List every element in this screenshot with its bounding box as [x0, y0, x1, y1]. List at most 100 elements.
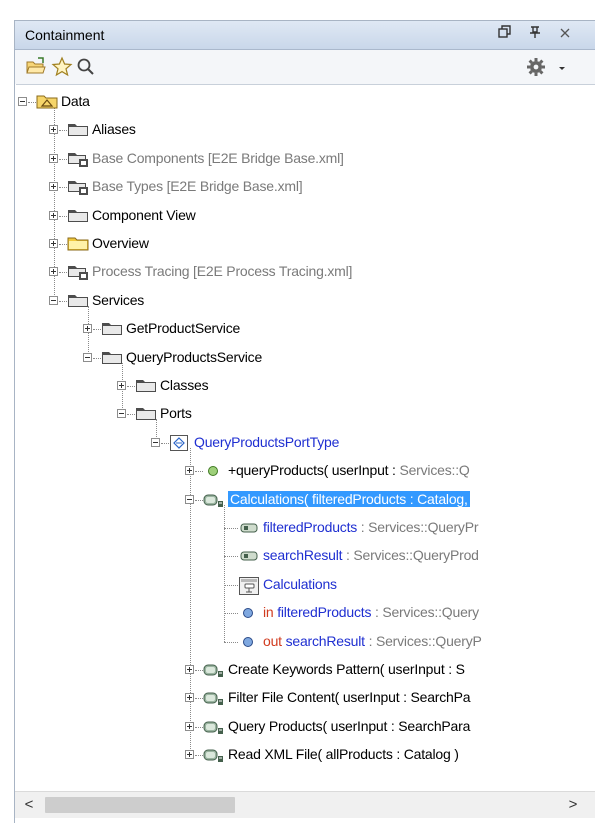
- node-name: filteredProducts: [263, 519, 358, 535]
- tree-node[interactable]: Process Tracing [E2E Process Tracing.xml…: [16, 261, 595, 283]
- collapse-icon[interactable]: [49, 295, 58, 305]
- tree-node-label: Process Tracing [E2E Process Tracing.xml…: [92, 263, 352, 279]
- expand-icon[interactable]: [49, 239, 58, 248]
- tree-node[interactable]: Query Products( userInput : SearchPara: [16, 716, 595, 738]
- node-name: Aliases: [92, 121, 136, 138]
- tree-node[interactable]: Read XML File( allProducts : Catalog ): [16, 744, 595, 766]
- activity-icon: [203, 661, 223, 679]
- tree-node[interactable]: Create Keywords Pattern( userInput : S: [16, 659, 595, 681]
- node-name: Ports: [160, 405, 192, 422]
- collapse-icon[interactable]: [185, 494, 194, 504]
- tree-node[interactable]: Calculations: [16, 574, 595, 596]
- tree-node[interactable]: Aliases: [16, 119, 595, 141]
- package-root-icon: [36, 93, 58, 111]
- expand-icon[interactable]: [49, 267, 58, 277]
- scroll-right-arrow[interactable]: >: [565, 796, 581, 814]
- restore-icon[interactable]: [495, 25, 515, 45]
- tree-node[interactable]: Calculations( filteredProducts : Catalog…: [16, 489, 595, 511]
- collapse-icon[interactable]: [83, 352, 92, 362]
- dropdown-arrow-icon[interactable]: [555, 56, 569, 78]
- tree-node[interactable]: Data: [16, 91, 595, 113]
- package-icon: [67, 207, 88, 225]
- node-name: QueryProductsService: [126, 348, 263, 365]
- tree-connector: [224, 528, 238, 529]
- tree-node[interactable]: filteredProducts : Services::QueryPr: [16, 517, 595, 539]
- star-icon[interactable]: [51, 56, 73, 78]
- tree-node[interactable]: Services: [16, 290, 595, 312]
- expand-icon[interactable]: [185, 721, 194, 731]
- panel-toolbar: [15, 50, 595, 84]
- activity-icon: [203, 718, 223, 736]
- expand-icon[interactable]: [185, 466, 194, 476]
- node-name: Base Types [E2E Bridge Base.xml]: [92, 178, 303, 195]
- tree-connector: [161, 442, 169, 444]
- package-linked-icon: [67, 178, 88, 196]
- tree-node-label: QueryProductsPortType: [194, 434, 339, 450]
- tree-node-label: Base Components [E2E Bridge Base.xml]: [92, 150, 344, 166]
- expand-icon[interactable]: [49, 182, 58, 192]
- tree-node[interactable]: Ports: [16, 403, 595, 425]
- tree-node[interactable]: +queryProducts( userInput : Services::Q: [16, 460, 595, 482]
- node-name: Process Tracing [E2E Process Tracing.xml…: [92, 263, 353, 280]
- scroll-left-arrow[interactable]: <: [21, 796, 37, 814]
- expand-icon[interactable]: [117, 381, 126, 390]
- node-name: Query Products( userInput : SearchPara: [228, 717, 471, 734]
- node-type: : Services::QueryProd: [342, 547, 479, 564]
- node-name: +queryProducts( userInput :: [228, 462, 400, 479]
- collapse-icon[interactable]: [117, 409, 126, 419]
- containment-panel: Containment Data Aliases Base Components […: [14, 20, 595, 823]
- search-icon[interactable]: [75, 56, 97, 78]
- node-name: Filter File Content( userInput : SearchP…: [228, 689, 471, 706]
- node-name: searchResult: [285, 632, 366, 649]
- expand-icon[interactable]: [49, 210, 58, 220]
- expand-icon[interactable]: [185, 693, 194, 703]
- tree-connector: [195, 726, 203, 728]
- tree-node[interactable]: out searchResult : Services::QueryP: [16, 631, 595, 653]
- close-icon[interactable]: [555, 25, 575, 45]
- tree-node[interactable]: QueryProductsService: [16, 347, 595, 369]
- tree-connector: [224, 641, 238, 643]
- pin-icon[interactable]: [525, 25, 545, 45]
- node-name: Calculations: [263, 575, 337, 592]
- gear-icon[interactable]: [525, 56, 547, 78]
- node-name: Overview: [92, 235, 149, 251]
- panel-title: Containment: [25, 27, 105, 43]
- node-name: Base Components [E2E Bridge Base.xml]: [92, 149, 344, 166]
- tree-node[interactable]: Filter File Content( userInput : SearchP…: [16, 687, 595, 709]
- scroll-thumb[interactable]: [45, 797, 235, 813]
- tree-node[interactable]: Component View: [16, 205, 595, 227]
- expand-icon[interactable]: [185, 665, 194, 674]
- tree-node[interactable]: Base Components [E2E Bridge Base.xml]: [16, 148, 595, 170]
- tree-node[interactable]: Classes: [16, 375, 595, 397]
- tree-connector: [195, 670, 203, 671]
- collapse-icon[interactable]: [18, 97, 27, 106]
- tree-node[interactable]: Base Types [E2E Bridge Base.xml]: [16, 176, 595, 198]
- tree-connector: [195, 471, 203, 473]
- tree-node-label: Aliases: [92, 121, 136, 137]
- tree-node[interactable]: in filteredProducts : Services::Query: [16, 602, 595, 624]
- horizontal-scrollbar[interactable]: < >: [15, 791, 595, 818]
- tree-node-label: out searchResult : Services::QueryP: [263, 633, 482, 649]
- containment-tree: Data Aliases Base Components [E2E Bridge B…: [16, 84, 595, 779]
- node-type: : Services::Query: [371, 604, 479, 621]
- node-name: GetProductService: [126, 320, 241, 337]
- parameter-direction: out: [263, 632, 286, 649]
- collapse-icon[interactable]: [151, 437, 160, 447]
- tree-node[interactable]: GetProductService: [16, 318, 595, 340]
- tree-node-label: Calculations: [263, 576, 337, 592]
- tree-connector: [59, 244, 67, 245]
- expand-icon[interactable]: [83, 324, 92, 334]
- tree-node-label: Query Products( userInput : SearchPara: [228, 718, 470, 734]
- expand-icon[interactable]: [49, 153, 58, 163]
- tree-connector: [195, 755, 203, 757]
- open-folder-icon[interactable]: [25, 56, 47, 78]
- tree-node-label: Filter File Content( userInput : SearchP…: [228, 689, 471, 706]
- node-name: Data: [61, 93, 90, 109]
- tree-node[interactable]: QueryProductsPortType: [16, 432, 595, 454]
- tree-node-label: GetProductService: [126, 320, 240, 336]
- expand-icon[interactable]: [49, 125, 58, 135]
- tree-node-label: Read XML File( allProducts : Catalog ): [228, 746, 459, 762]
- expand-icon[interactable]: [185, 750, 194, 760]
- tree-node[interactable]: Overview: [16, 233, 595, 255]
- tree-node[interactable]: searchResult : Services::QueryProd: [16, 545, 595, 567]
